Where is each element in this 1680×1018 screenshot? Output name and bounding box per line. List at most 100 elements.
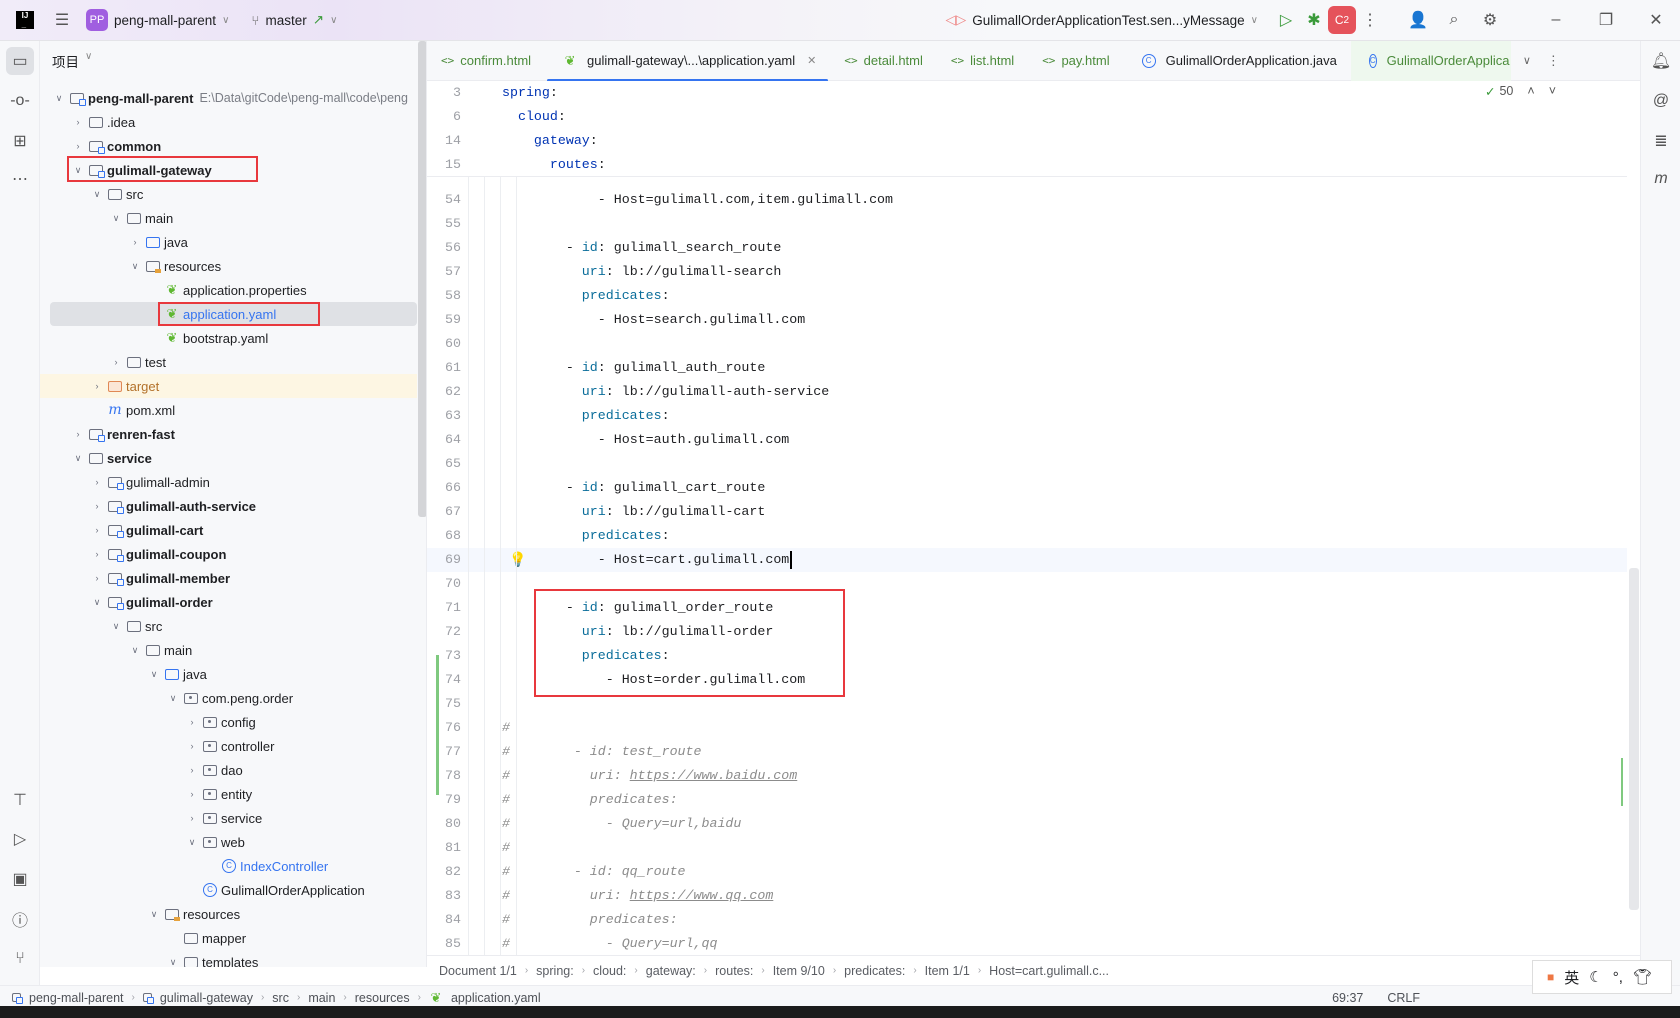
tree-item[interactable]: ❦ application.yaml [50,302,417,326]
code-line[interactable]: 77 # - id: test_route [427,740,1627,764]
restore-icon[interactable]: ❐ [1592,6,1620,34]
path-item[interactable]: src [272,991,289,1005]
code-line[interactable]: 56 - id: gulimall_search_route [427,236,1627,260]
sticky-line[interactable]: 14 gateway: [427,129,1627,153]
build-icon[interactable]: ⊤ [6,786,34,814]
shirt-icon[interactable]: 👕︎ [1633,968,1652,986]
tab-class[interactable]: C GulimallOrderApplica [1350,40,1511,81]
next-icon[interactable]: ˅ [1549,84,1556,98]
line-separator[interactable]: CRLF [1387,991,1420,1005]
run-config-selector[interactable]: ◁▷ GulimallOrderApplicationTest.sen...yMe… [946,12,1258,28]
notifications-icon[interactable]: 🔔︎ [1647,47,1675,75]
code-line[interactable]: 72 uri: lb://gulimall-order [427,620,1627,644]
chevron-right-icon[interactable]: › [185,717,199,727]
chevron-down-icon[interactable]: ∨ [166,693,180,704]
minimize-icon[interactable]: – [1542,6,1570,34]
sticky-line[interactable]: 3 spring: [427,81,1627,105]
tree-item[interactable]: › java [40,230,417,254]
chevron-down-icon[interactable]: ∨ [71,453,85,464]
breadcrumb-item[interactable]: predicates: [844,964,905,978]
tree-item[interactable]: ∨ src [40,614,417,638]
path-item[interactable]: application.yaml [451,991,541,1005]
chevron-down-icon[interactable]: ∨ [128,645,142,656]
tree-item[interactable]: › entity [40,782,417,806]
tree-item[interactable]: C IndexController [40,854,417,878]
chevron-right-icon[interactable]: › [90,549,104,559]
search-icon[interactable]: ⌕ [1440,6,1468,34]
ime-language[interactable]: 英 [1564,967,1579,988]
tree-item[interactable]: ∨ java [40,662,417,686]
tab-html[interactable]: <> detail.html [830,41,937,81]
structure-icon[interactable]: ⊞ [6,127,34,155]
code-line[interactable]: 65 [427,452,1627,476]
tree-item[interactable]: › gulimall-auth-service [40,494,417,518]
tree-item[interactable]: ∨ main [40,638,417,662]
code-line[interactable]: 84 # predicates: [427,908,1627,932]
code-editor[interactable]: 3 spring: 6 cloud: 14 gateway: 15 routes: 54… [427,81,1640,967]
tree-item[interactable]: ❦ application.properties [40,278,417,302]
tabs-more-icon[interactable]: ⋮ [1547,53,1560,69]
tree-item[interactable]: › target [40,374,417,398]
lightbulb-icon[interactable]: 💡 [509,551,526,568]
code-line[interactable]: 82 # - id: qq_route [427,860,1627,884]
punctuation-icon[interactable]: °, [1613,969,1623,986]
commit-icon[interactable]: -o- [6,87,34,115]
problems-icon[interactable]: ⓘ [6,905,34,933]
code-line[interactable]: 64 - Host=auth.gulimall.com [427,428,1627,452]
close-tab-icon[interactable]: ✕ [807,54,816,67]
tree-item[interactable]: ❦ bootstrap.yaml [40,326,417,350]
maven-icon[interactable]: m [1647,165,1675,193]
chevron-right-icon[interactable]: › [128,237,142,247]
tree-item[interactable]: m pom.xml [40,398,417,422]
breadcrumb-item[interactable]: spring: [536,964,574,978]
code-line[interactable]: 55 [427,212,1627,236]
tree-item[interactable]: › .idea [40,110,417,134]
code-line[interactable]: 67 uri: lb://gulimall-cart [427,500,1627,524]
chevron-right-icon[interactable]: › [71,141,85,151]
chevron-right-icon[interactable]: › [90,525,104,535]
tree-item[interactable]: ∨ com.peng.order [40,686,417,710]
git-icon[interactable]: ⑂ [6,945,34,973]
code-line[interactable]: 61 - id: gulimall_auth_route [427,356,1627,380]
tree-item[interactable]: › config [40,710,417,734]
chevron-down-icon[interactable]: ∨ [128,261,142,272]
code-line[interactable]: 62 uri: lb://gulimall-auth-service [427,380,1627,404]
tree-item[interactable]: ∨ main [40,206,417,230]
code-line[interactable]: 74 - Host=order.gulimall.com [427,668,1627,692]
chevron-down-icon[interactable]: ∨ [52,93,66,104]
project-panel-header[interactable]: 项目 ∨ [52,51,92,71]
tree-item[interactable]: ∨ src [40,182,417,206]
moon-icon[interactable]: ☾ [1589,968,1602,986]
coverage-button[interactable]: C2 [1328,6,1356,34]
chevron-right-icon[interactable]: › [185,765,199,775]
code-line[interactable]: 59 - Host=search.gulimall.com [427,308,1627,332]
tree-item[interactable]: ∨ templates [40,950,417,967]
chevron-right-icon[interactable]: › [185,813,199,823]
tree-item[interactable]: › dao [40,758,417,782]
code-line[interactable]: 78 # uri: https://www.baidu.com [427,764,1627,788]
tree-item[interactable]: › gulimall-member [40,566,417,590]
path-item[interactable]: peng-mall-parent [29,991,124,1005]
tree-item[interactable]: › gulimall-admin [40,470,417,494]
breadcrumb-item[interactable]: Host=cart.gulimall.c... [989,964,1109,978]
code-line[interactable]: 79 # predicates: [427,788,1627,812]
tree-scrollbar[interactable] [418,41,426,517]
chevron-right-icon[interactable]: › [90,477,104,487]
chevron-down-icon[interactable]: ∨ [147,669,161,680]
run-icon[interactable]: ▷ [1272,6,1300,34]
chevron-down-icon[interactable]: ∨ [90,597,104,608]
tree-item[interactable]: › common [40,134,417,158]
tree-item[interactable]: ∨ service [40,446,417,470]
breadcrumb-item[interactable]: Item 1/1 [925,964,970,978]
caret-position[interactable]: 69:37 [1332,991,1363,1005]
chevron-down-icon[interactable]: ∨ [185,837,199,848]
chevron-down-icon[interactable]: ∨ [109,621,123,632]
code-line[interactable]: 80 # - Query=url,baidu [427,812,1627,836]
editor-scrollbar[interactable] [1629,568,1639,910]
close-icon[interactable]: ✕ [1642,6,1670,34]
chevron-right-icon[interactable]: › [185,789,199,799]
debug-icon[interactable]: ✱ [1300,6,1328,34]
tree-item[interactable]: ∨ resources [40,902,417,926]
breadcrumb-item[interactable]: routes: [715,964,753,978]
code-line[interactable]: 66 - id: gulimall_cart_route [427,476,1627,500]
